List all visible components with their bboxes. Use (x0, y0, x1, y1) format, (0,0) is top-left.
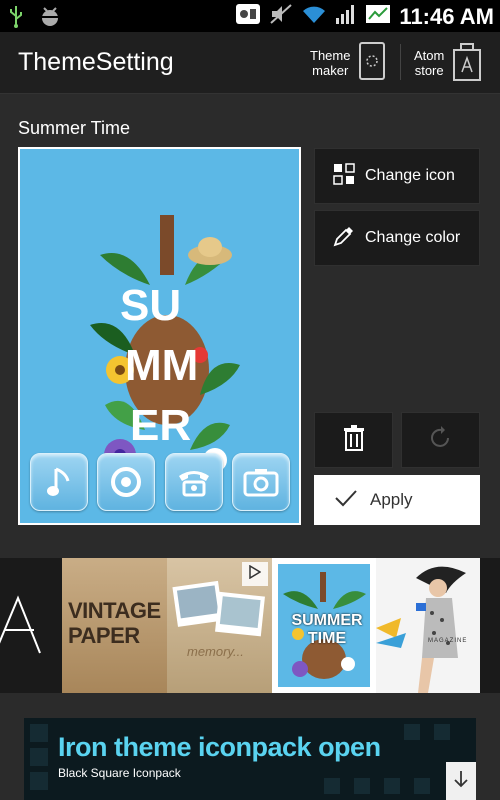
theme-maker-label: Theme maker (310, 48, 351, 78)
refresh-icon (428, 425, 454, 456)
preview-word-2: MM (125, 341, 198, 390)
apply-button[interactable]: Apply (314, 475, 480, 525)
page-title: ThemeSetting (18, 48, 174, 76)
mute-icon (269, 3, 293, 30)
vintage-title: VINTAGE PAPER (68, 598, 161, 648)
download-arrow-icon (453, 769, 469, 794)
shopping-bag-icon (452, 40, 482, 87)
memory-text: memory... (187, 644, 244, 659)
usb-icon (8, 4, 24, 33)
theme-carousel[interactable]: VINTAGE PAPER memory... SUMMER TIME MAGA… (0, 558, 500, 693)
android-debug-icon (38, 5, 62, 32)
theme-thumb-vintage-paper[interactable]: VINTAGE PAPER (62, 558, 167, 693)
preview-word-1: SU (120, 281, 181, 330)
notification-icon (235, 3, 261, 30)
theme-maker-icon (358, 41, 386, 86)
theme-maker-button[interactable]: Theme maker (310, 40, 386, 86)
ad-banner[interactable]: Iron theme iconpack open Black Square Ic… (24, 718, 476, 800)
apply-label: Apply (370, 490, 413, 509)
reset-button[interactable] (401, 412, 480, 468)
play-icon (249, 564, 262, 584)
magazine-label: MAGAZINE (428, 638, 468, 644)
play-button[interactable] (242, 562, 268, 586)
atom-store-button[interactable]: Atom store (414, 40, 482, 86)
battery-icon (365, 3, 391, 30)
ad-subtitle: Black Square Iconpack (58, 766, 181, 780)
status-bar: 11:46 AM (0, 0, 500, 32)
camera-icon (231, 453, 290, 511)
header-divider (400, 44, 401, 80)
atom-store-label: Atom store (414, 48, 445, 78)
grid-icon (333, 162, 355, 190)
preview-word-3: ER (130, 401, 191, 450)
theme-thumb-summer-time[interactable]: SUMMER TIME (272, 558, 376, 693)
app-header: ThemeSetting Theme maker Atom store (0, 32, 500, 94)
summer-thumb-title: SUMMER TIME (291, 612, 363, 647)
clock-time: 11:46 AM (399, 3, 494, 29)
music-icon (30, 453, 88, 511)
download-button[interactable] (446, 762, 476, 800)
preview-dock (30, 453, 290, 511)
atom-logo-icon (0, 595, 41, 654)
phone-icon (164, 453, 223, 511)
change-color-button[interactable]: Change color (314, 210, 480, 266)
wifi-icon (301, 3, 327, 30)
theme-preview: SU MM ER (18, 147, 301, 525)
ad-title: Iron theme iconpack open (58, 732, 381, 762)
theme-thumb-atom[interactable] (0, 558, 62, 693)
signal-icon (335, 3, 357, 30)
trash-icon (343, 424, 365, 456)
theme-thumb-magazine[interactable]: MAGAZINE (376, 558, 480, 693)
theme-thumb-memory[interactable]: memory... (167, 558, 272, 693)
magazine-model-art (376, 566, 466, 693)
change-icon-label: Change icon (365, 167, 455, 184)
eyedropper-icon (333, 225, 355, 252)
delete-button[interactable] (314, 412, 393, 468)
change-color-label: Change color (365, 229, 461, 246)
checkmark-icon (334, 489, 358, 512)
theme-name: Summer Time (18, 118, 131, 138)
change-icon-button[interactable]: Change icon (314, 148, 480, 204)
message-icon (97, 453, 156, 511)
